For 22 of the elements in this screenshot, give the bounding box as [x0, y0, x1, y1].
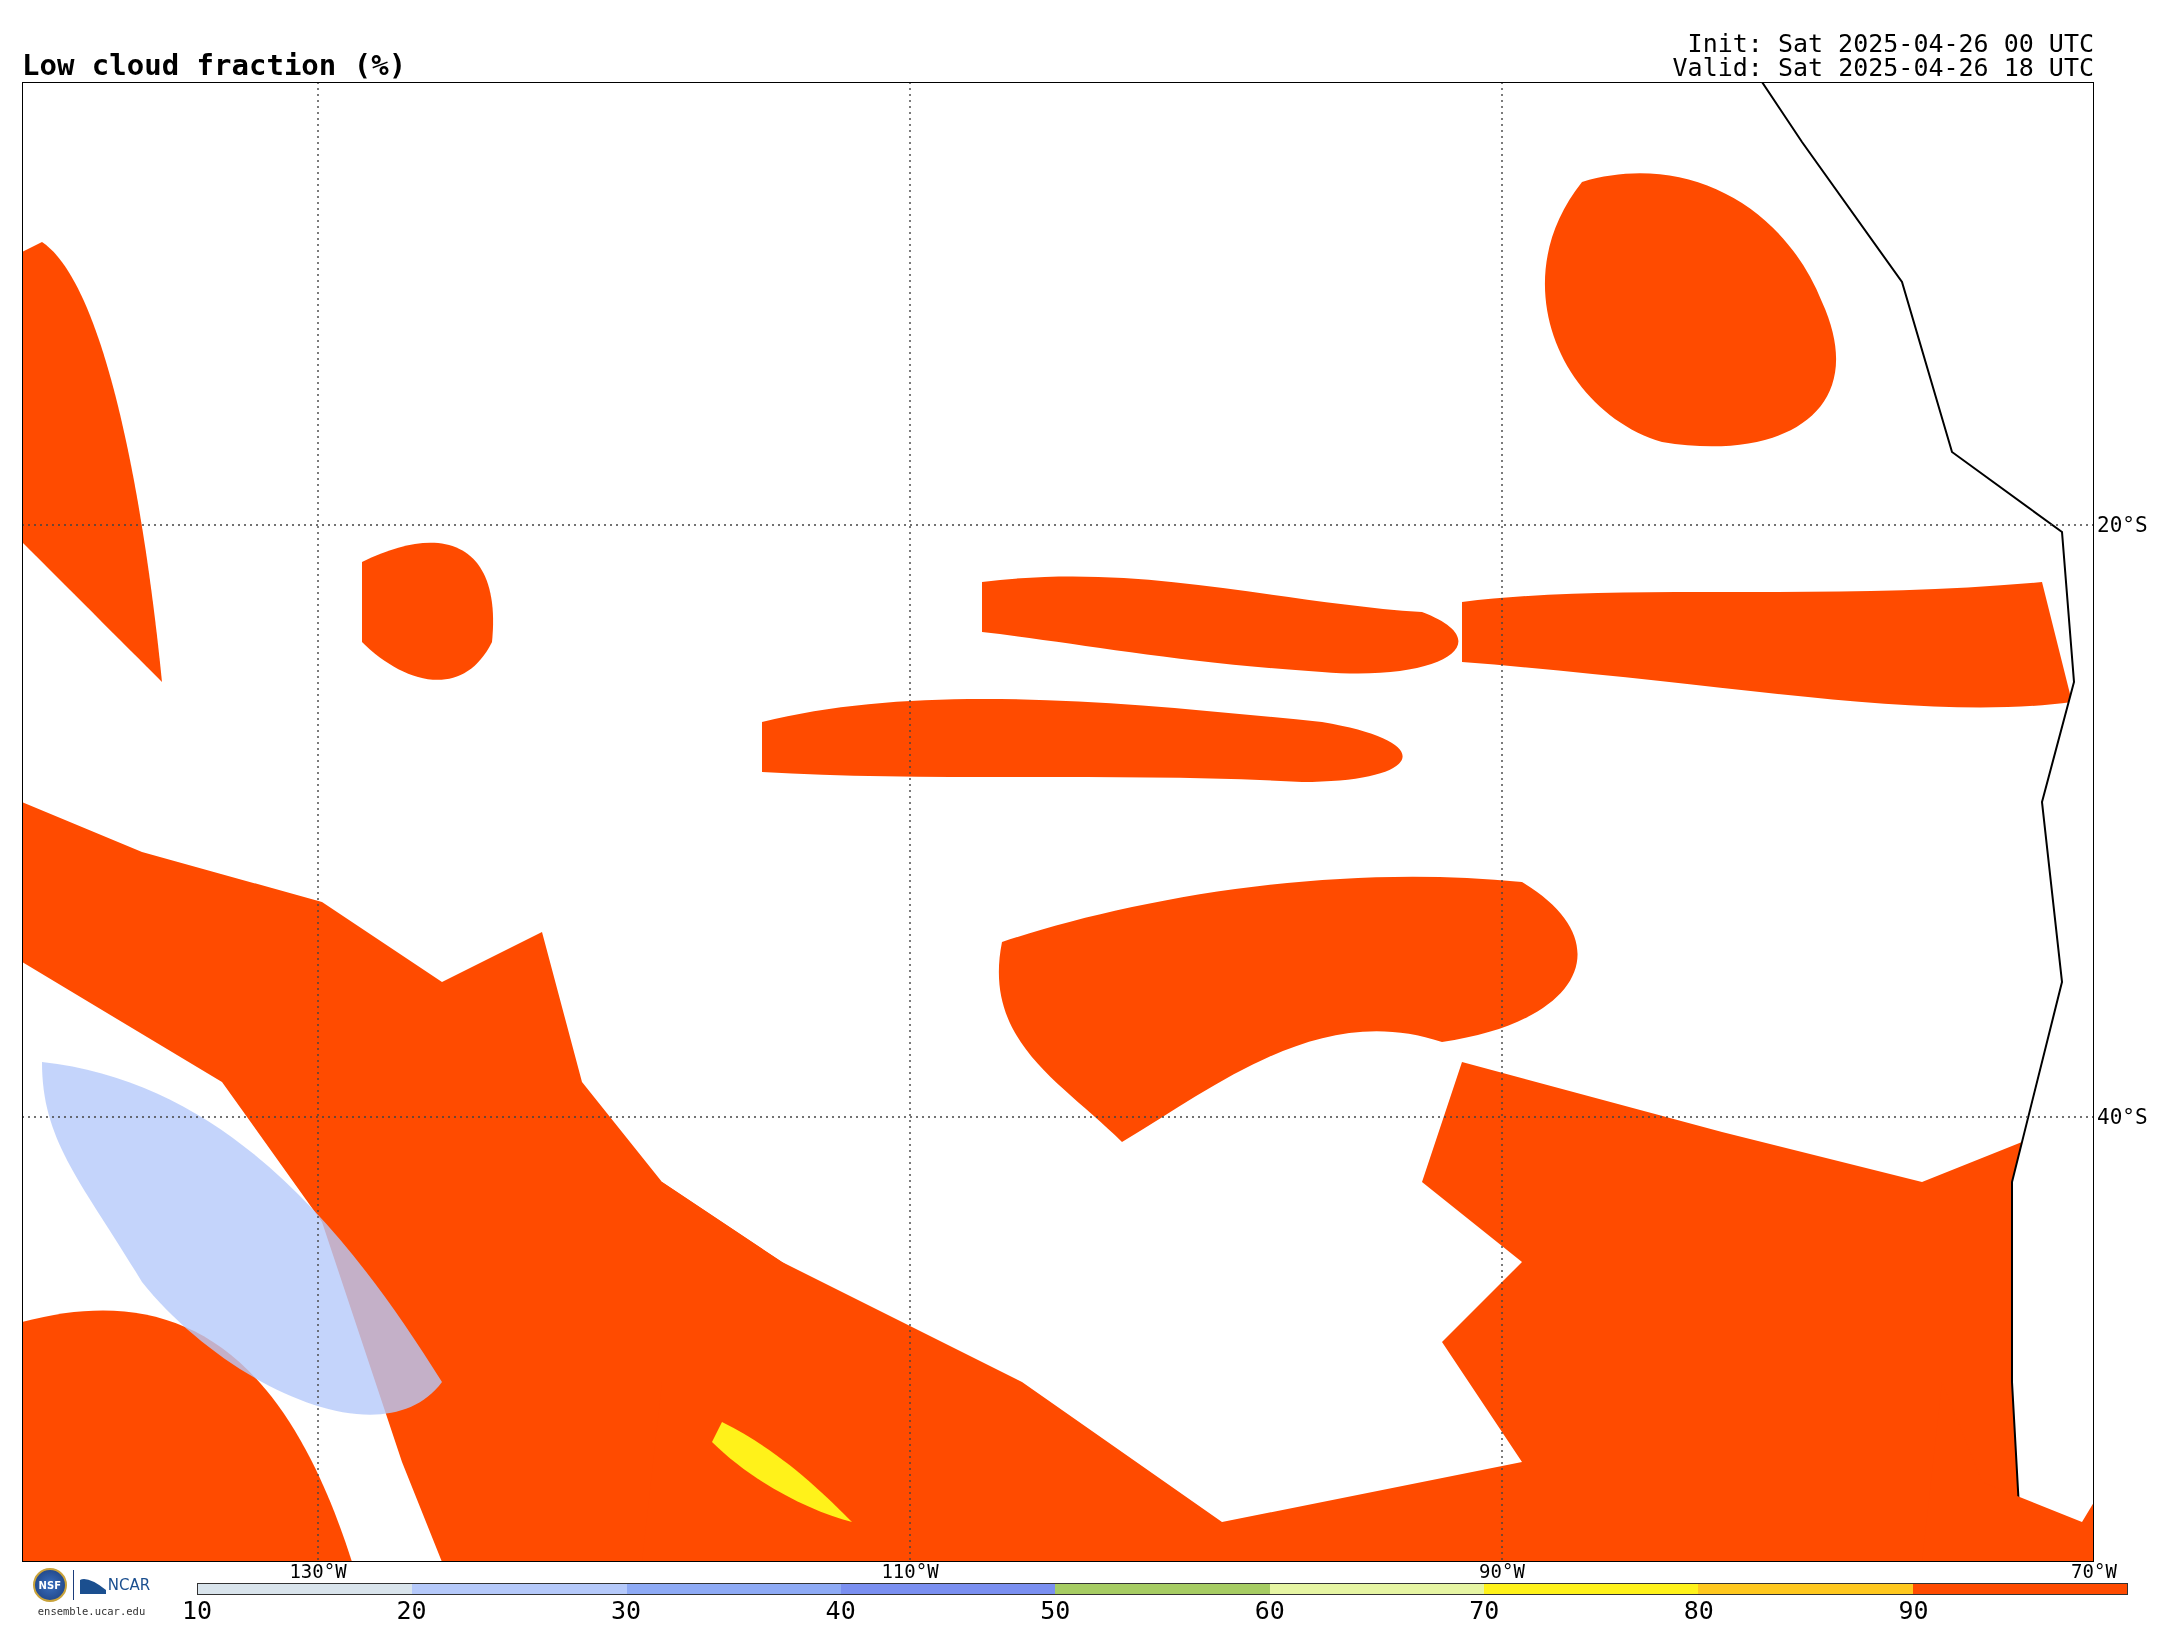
colorbar-tick-label: 90 — [1898, 1597, 1929, 1624]
colorbar-tick-label: 70 — [1469, 1597, 1500, 1624]
latitude-label: 20°S — [2097, 515, 2148, 535]
longitude-label: 70°W — [2071, 1563, 2117, 1580]
colorbar-tick-label: 50 — [1040, 1597, 1071, 1624]
init-time: Init: Sat 2025-04-26 00 UTC — [1687, 32, 2094, 56]
valid-time: Valid: Sat 2025-04-26 18 UTC — [1672, 56, 2094, 80]
nsf-logo: NSF — [32, 1568, 67, 1602]
colorbar-tick-label: 30 — [611, 1597, 642, 1624]
colorbar-tick-label: 40 — [825, 1597, 856, 1624]
website-url: ensemble.ucar.edu — [37, 1605, 146, 1617]
ncar-logo-icon — [79, 1576, 106, 1594]
longitude-label: 130°W — [289, 1563, 347, 1580]
colorbar-tick-label: 80 — [1683, 1597, 1714, 1624]
chart-title: Low cloud fraction (%) — [22, 48, 407, 82]
latitude-label: 40°S — [2097, 1107, 2148, 1127]
longitude-label: 110°W — [881, 1563, 939, 1580]
colorbar-tick-label: 10 — [181, 1597, 213, 1624]
longitude-label: 90°W — [1479, 1563, 1525, 1580]
ncar-wordmark: NCAR — [107, 1576, 151, 1594]
colorbar-tick-label: 60 — [1254, 1597, 1285, 1624]
colorbar-tick-label: 20 — [396, 1597, 427, 1624]
